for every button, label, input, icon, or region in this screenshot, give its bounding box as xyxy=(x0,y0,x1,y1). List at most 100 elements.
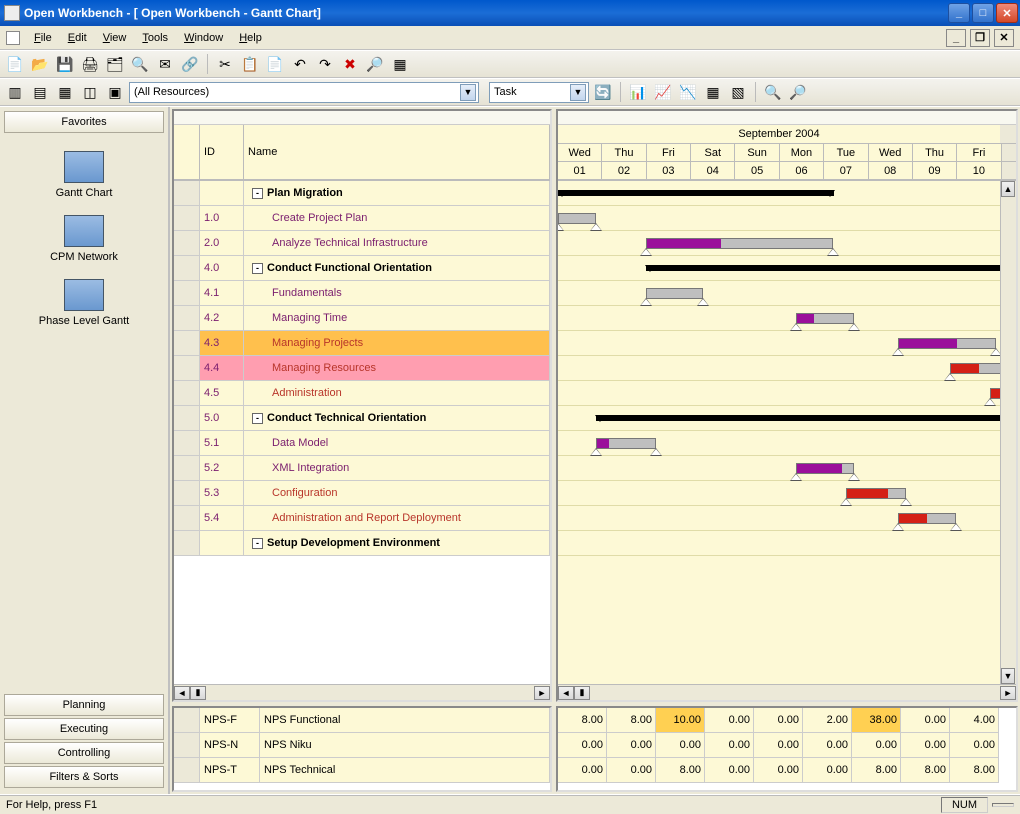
view2-icon[interactable]: ▤ xyxy=(29,81,51,103)
gantt-row[interactable] xyxy=(558,456,1000,481)
task-row[interactable]: 5.4Administration and Report Deployment xyxy=(174,506,550,531)
resource-value-cell[interactable]: 8.00 xyxy=(852,758,901,783)
task-bar[interactable] xyxy=(898,513,956,524)
close-button[interactable]: ✕ xyxy=(996,3,1018,23)
sidebar-section-executing[interactable]: Executing xyxy=(4,718,164,740)
view1-icon[interactable]: ▥ xyxy=(4,81,26,103)
print-icon[interactable]: 🖨 xyxy=(79,53,101,75)
resource-value-cell[interactable]: 0.00 xyxy=(705,733,754,758)
save-icon[interactable]: 💾 xyxy=(54,53,76,75)
row-gutter[interactable] xyxy=(174,256,200,281)
task-row[interactable]: 4.5Administration xyxy=(174,381,550,406)
resource-value-cell[interactable]: 0.00 xyxy=(705,758,754,783)
zoom-out-icon[interactable]: 🔎 xyxy=(787,81,809,103)
resource-value-cell[interactable]: 0.00 xyxy=(656,733,705,758)
resource-value-cell[interactable]: 0.00 xyxy=(607,733,656,758)
menu-file[interactable]: File xyxy=(26,30,60,46)
chart1-icon[interactable]: 📊 xyxy=(627,81,649,103)
gantt-row[interactable] xyxy=(558,331,1000,356)
summary-bar[interactable] xyxy=(558,190,834,196)
hscroll-left[interactable]: ◄▮► xyxy=(174,684,550,700)
task-bar[interactable] xyxy=(646,238,833,249)
sidebar-section-filters-sorts[interactable]: Filters & Sorts xyxy=(4,766,164,788)
task-row[interactable]: 4.1Fundamentals xyxy=(174,281,550,306)
resource-value-cell[interactable]: 8.00 xyxy=(656,758,705,783)
task-row[interactable]: 5.1Data Model xyxy=(174,431,550,456)
sidebar-section-planning[interactable]: Planning xyxy=(4,694,164,716)
mdi-minimize-button[interactable]: _ xyxy=(946,29,966,47)
menu-window[interactable]: Window xyxy=(176,30,231,46)
gantt-row[interactable] xyxy=(558,431,1000,456)
resource-value-cell[interactable]: 4.00 xyxy=(950,708,999,733)
task-bar[interactable] xyxy=(846,488,906,499)
gantt-row[interactable] xyxy=(558,406,1000,431)
task-row[interactable]: 2.0Analyze Technical Infrastructure xyxy=(174,231,550,256)
mail-icon[interactable]: ✉ xyxy=(154,53,176,75)
task-row[interactable]: 5.0-Conduct Technical Orientation xyxy=(174,406,550,431)
minimize-button[interactable]: _ xyxy=(948,3,970,23)
mdi-close-button[interactable]: ✕ xyxy=(994,29,1014,47)
chart4-icon[interactable]: ▦ xyxy=(702,81,724,103)
gantt-row[interactable] xyxy=(558,206,1000,231)
vscroll-gantt[interactable]: ▲▼ xyxy=(1000,181,1016,684)
row-gutter[interactable] xyxy=(174,181,200,206)
menu-edit[interactable]: Edit xyxy=(60,30,95,46)
view3-icon[interactable]: ▦ xyxy=(54,81,76,103)
chart5-icon[interactable]: ▧ xyxy=(727,81,749,103)
row-gutter[interactable] xyxy=(174,481,200,506)
resource-value-cell[interactable]: 8.00 xyxy=(901,758,950,783)
cut-icon[interactable]: ✂ xyxy=(214,53,236,75)
task-bar[interactable] xyxy=(646,288,703,299)
resource-value-cell[interactable]: 0.00 xyxy=(803,758,852,783)
shown-type-combo[interactable]: Task ▼ xyxy=(489,82,589,103)
task-bar[interactable] xyxy=(950,363,1000,374)
link-icon[interactable]: 🔗 xyxy=(179,53,201,75)
view5-icon[interactable]: ▣ xyxy=(104,81,126,103)
task-row[interactable]: 4.0-Conduct Functional Orientation xyxy=(174,256,550,281)
collapse-icon[interactable]: - xyxy=(252,263,263,274)
sidebar-view-gantt-chart[interactable]: Gantt Chart xyxy=(4,143,164,207)
find-icon[interactable]: 🔎 xyxy=(364,53,386,75)
resource-value-cell[interactable]: 0.00 xyxy=(901,708,950,733)
resource-values-row[interactable]: 0.000.008.000.000.000.008.008.008.00 xyxy=(558,758,1016,783)
task-row[interactable]: 4.4Managing Resources xyxy=(174,356,550,381)
resource-value-cell[interactable]: 0.00 xyxy=(950,733,999,758)
sidebar-view-phase-level-gantt[interactable]: Phase Level Gantt xyxy=(4,271,164,335)
resource-value-cell[interactable]: 0.00 xyxy=(852,733,901,758)
resource-value-cell[interactable]: 0.00 xyxy=(558,758,607,783)
task-bar[interactable] xyxy=(796,313,854,324)
paste-icon[interactable]: 📄 xyxy=(264,53,286,75)
chevron-down-icon[interactable]: ▼ xyxy=(570,84,586,101)
gantt-row[interactable] xyxy=(558,281,1000,306)
row-gutter[interactable] xyxy=(174,531,200,556)
collapse-icon[interactable]: - xyxy=(252,538,263,549)
task-row[interactable]: 4.3Managing Projects xyxy=(174,331,550,356)
row-gutter[interactable] xyxy=(174,381,200,406)
resource-value-cell[interactable]: 0.00 xyxy=(705,708,754,733)
row-gutter[interactable] xyxy=(174,356,200,381)
resource-value-cell[interactable]: 8.00 xyxy=(950,758,999,783)
maximize-button[interactable]: □ xyxy=(972,3,994,23)
chevron-down-icon[interactable]: ▼ xyxy=(460,84,476,101)
copy-icon[interactable]: 📋 xyxy=(239,53,261,75)
gantt-row[interactable] xyxy=(558,506,1000,531)
task-row[interactable]: -Setup Development Environment xyxy=(174,531,550,556)
resource-value-cell[interactable]: 0.00 xyxy=(558,733,607,758)
task-bar[interactable] xyxy=(596,438,656,449)
row-gutter[interactable] xyxy=(174,431,200,456)
resource-filter-combo[interactable]: (All Resources) ▼ xyxy=(129,82,479,103)
resource-value-cell[interactable]: 0.00 xyxy=(607,758,656,783)
new-icon[interactable]: 📄 xyxy=(4,53,26,75)
gantt-row[interactable] xyxy=(558,481,1000,506)
undo-icon[interactable]: ↶ xyxy=(289,53,311,75)
row-gutter[interactable] xyxy=(174,331,200,356)
gantt-row[interactable] xyxy=(558,231,1000,256)
row-gutter[interactable] xyxy=(174,231,200,256)
gantt-row[interactable] xyxy=(558,531,1000,556)
resource-values-row[interactable]: 0.000.000.000.000.000.000.000.000.00 xyxy=(558,733,1016,758)
gantt-row[interactable] xyxy=(558,381,1000,406)
summary-bar[interactable] xyxy=(646,265,1000,271)
resource-value-cell[interactable]: 0.00 xyxy=(803,733,852,758)
task-row[interactable]: 5.2XML Integration xyxy=(174,456,550,481)
task-row[interactable]: -Plan Migration xyxy=(174,181,550,206)
